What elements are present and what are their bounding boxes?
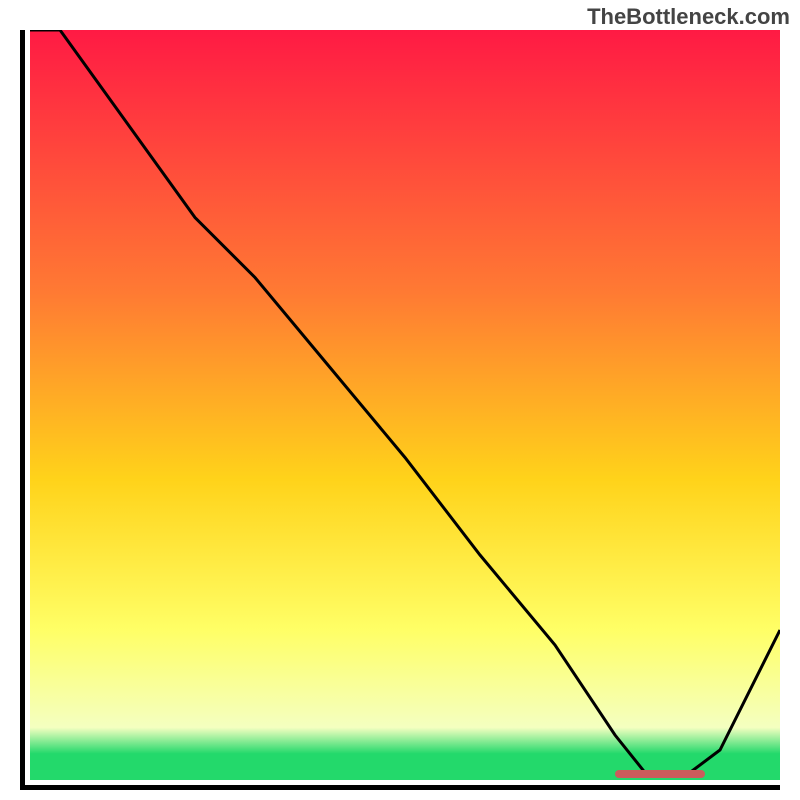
plot-area [30, 30, 780, 780]
bottleneck-curve [30, 30, 780, 773]
optimal-range-marker [615, 770, 705, 778]
watermark-text: TheBottleneck.com [587, 4, 790, 30]
plot-frame [20, 30, 780, 790]
chart-svg [30, 30, 780, 780]
